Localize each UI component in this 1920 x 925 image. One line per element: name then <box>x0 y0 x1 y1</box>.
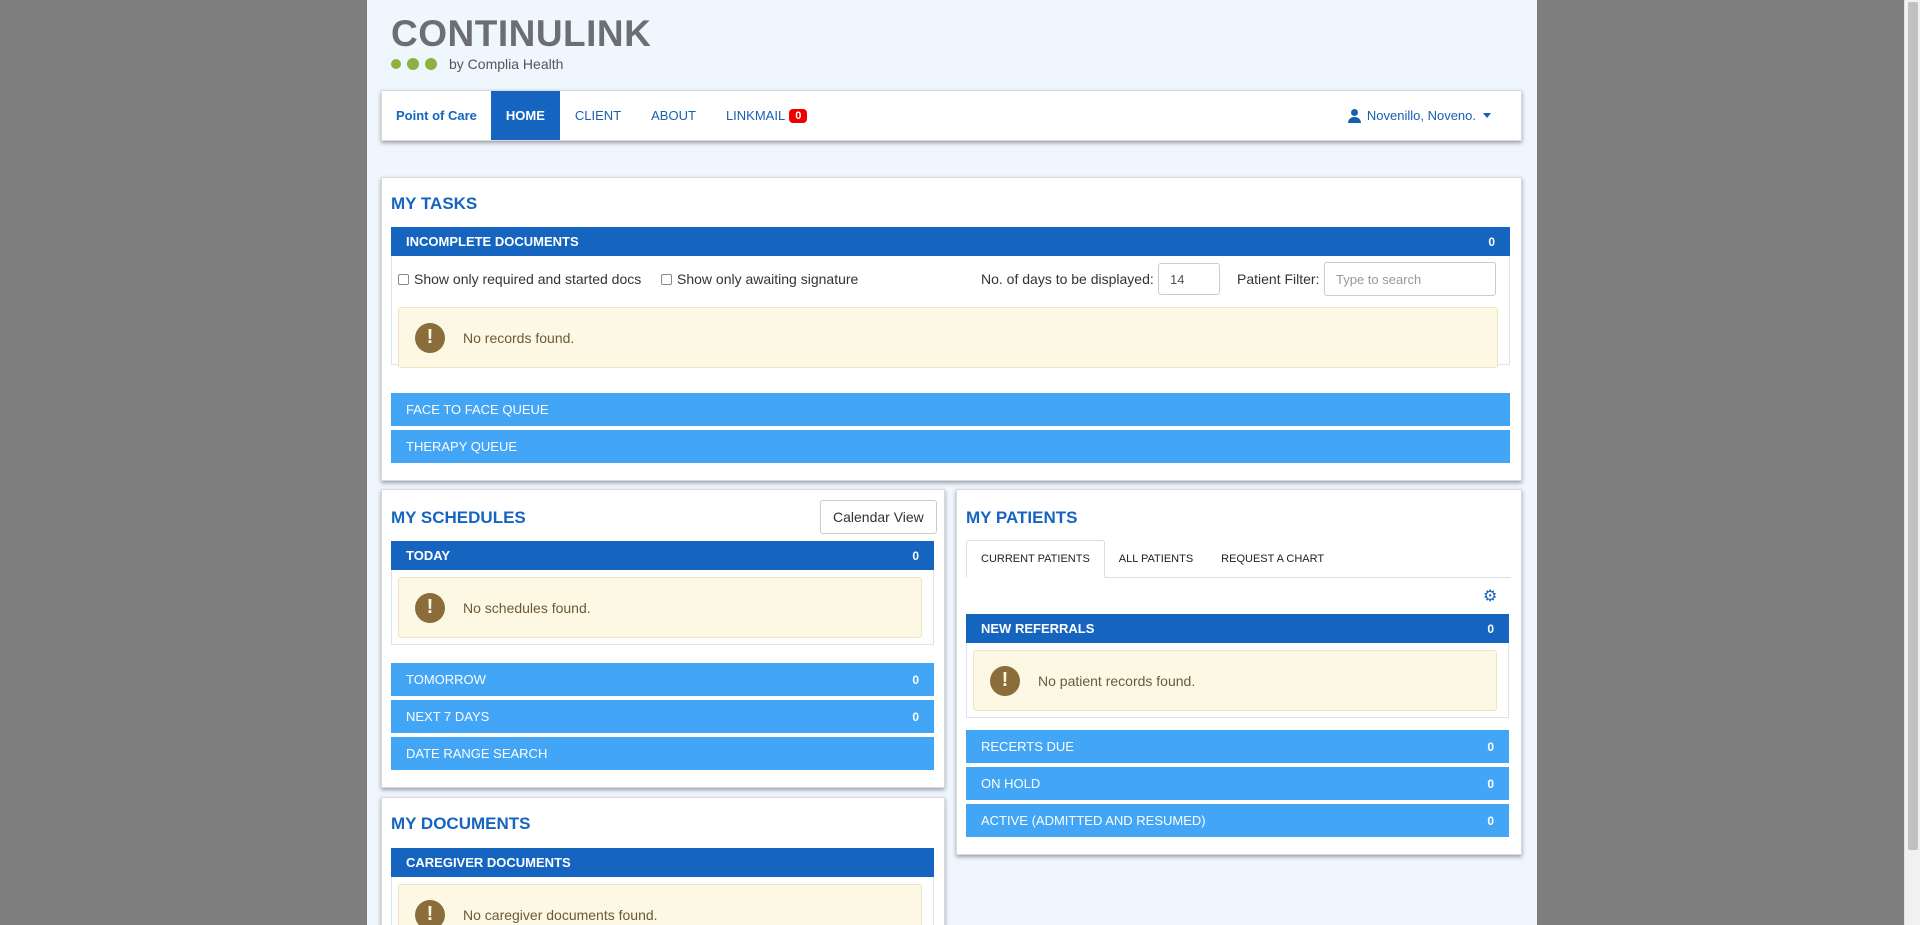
tab-request-a-chart[interactable]: REQUEST A CHART <box>1207 540 1338 578</box>
exclamation-icon: ! <box>415 322 445 353</box>
tomorrow-label: TOMORROW <box>406 672 486 687</box>
logo-sub: by Complia Health <box>391 56 651 72</box>
my-tasks-panel: MY TASKS INCOMPLETE DOCUMENTS 0 Show onl… <box>381 177 1522 481</box>
linkmail-count-badge: 0 <box>789 108 808 123</box>
incomplete-documents-count: 0 <box>1488 234 1495 249</box>
today-header[interactable]: TODAY 0 <box>391 541 934 570</box>
incomplete-documents-header[interactable]: INCOMPLETE DOCUMENTS 0 <box>391 227 1510 256</box>
tomorrow-header[interactable]: TOMORROW 0 <box>391 663 934 696</box>
incomplete-documents-body: Show only required and started docs Show… <box>391 256 1510 368</box>
my-documents-panel: MY DOCUMENTS CAREGIVER DOCUMENTS ! No ca… <box>381 797 945 925</box>
today-count: 0 <box>912 548 919 563</box>
nav-brand-point-of-care[interactable]: Point of Care <box>382 91 491 140</box>
no-caregiver-documents-text: No caregiver documents found. <box>463 906 658 923</box>
no-records-text: No records found. <box>463 329 575 346</box>
caregiver-documents-body: ! No caregiver documents found. <box>391 877 934 925</box>
nav-home[interactable]: HOME <box>490 91 560 140</box>
my-patients-title: MY PATIENTS <box>966 508 1078 527</box>
top-navbar: Point of Care HOME CLIENT ABOUT LINKMAIL… <box>381 90 1522 141</box>
no-patient-records-alert: ! No patient records found. <box>973 650 1497 711</box>
today-body: ! No schedules found. <box>391 570 934 645</box>
no-schedules-alert: ! No schedules found. <box>398 577 922 638</box>
checkbox-box[interactable] <box>398 273 409 285</box>
active-admitted-resumed-label: ACTIVE (ADMITTED AND RESUMED) <box>981 813 1206 828</box>
therapy-queue-label: THERAPY QUEUE <box>406 439 518 454</box>
new-referrals-label: NEW REFERRALS <box>981 621 1095 636</box>
my-tasks-title: MY TASKS <box>391 194 478 213</box>
today-label: TODAY <box>406 548 451 563</box>
gear-icon[interactable]: ⚙ <box>1483 586 1497 606</box>
my-schedules-title: MY SCHEDULES <box>391 508 526 527</box>
exclamation-icon: ! <box>415 899 445 925</box>
on-hold-label: ON HOLD <box>981 776 1041 791</box>
scrollbar-thumb[interactable] <box>1908 2 1918 850</box>
no-records-alert: ! No records found. <box>398 307 1498 368</box>
logo-dot <box>407 58 419 70</box>
checkbox-box[interactable] <box>661 273 672 285</box>
therapy-queue-header[interactable]: THERAPY QUEUE <box>391 430 1510 463</box>
recerts-due-count: 0 <box>1487 739 1494 754</box>
next-7-days-header[interactable]: NEXT 7 DAYS 0 <box>391 700 934 733</box>
days-displayed-input[interactable]: 14 <box>1158 263 1220 295</box>
page: CONTINULINK by Complia Health Point of C… <box>367 0 1537 925</box>
logo-tagline: by Complia Health <box>449 56 564 72</box>
logo-brand: CONTINULINK <box>391 13 652 54</box>
patient-filter-input[interactable]: Type to search <box>1324 262 1496 296</box>
patients-tabs: CURRENT PATIENTS ALL PATIENTS REQUEST A … <box>966 540 1511 578</box>
date-range-search-label: DATE RANGE SEARCH <box>406 746 548 761</box>
tab-all-patients[interactable]: ALL PATIENTS <box>1105 540 1207 578</box>
date-range-search-header[interactable]: DATE RANGE SEARCH <box>391 737 934 770</box>
next-7-days-label: NEXT 7 DAYS <box>406 709 490 724</box>
on-hold-count: 0 <box>1487 776 1494 791</box>
my-documents-title: MY DOCUMENTS <box>391 814 531 833</box>
recerts-due-label: RECERTS DUE <box>981 739 1074 754</box>
awaiting-signature-label: Show only awaiting signature <box>677 271 859 287</box>
new-referrals-header[interactable]: NEW REFERRALS 0 <box>966 614 1509 643</box>
no-patient-records-text: No patient records found. <box>1038 672 1196 689</box>
next-7-days-count: 0 <box>912 709 919 724</box>
on-hold-header[interactable]: ON HOLD 0 <box>966 767 1509 800</box>
face-to-face-queue-label: FACE TO FACE QUEUE <box>406 402 549 417</box>
new-referrals-body: ! No patient records found. <box>966 643 1509 718</box>
required-started-checkbox[interactable]: Show only required and started docs <box>398 271 641 287</box>
days-displayed-label: No. of days to be displayed: <box>981 271 1154 287</box>
no-schedules-text: No schedules found. <box>463 599 591 616</box>
face-to-face-queue-header[interactable]: FACE TO FACE QUEUE <box>391 393 1510 426</box>
user-menu-dropdown[interactable]: Novenillo, Noveno. <box>1347 91 1521 140</box>
nav-about[interactable]: ABOUT <box>636 91 711 140</box>
tomorrow-count: 0 <box>912 672 919 687</box>
calendar-view-button[interactable]: Calendar View <box>820 500 937 534</box>
caret-down-icon <box>1483 113 1491 118</box>
user-name: Novenillo, Noveno. <box>1366 108 1476 123</box>
my-patients-panel: MY PATIENTS CURRENT PATIENTS ALL PATIENT… <box>956 489 1522 855</box>
page-scrollbar[interactable] <box>1904 0 1920 925</box>
my-schedules-panel: MY SCHEDULES Calendar View TODAY 0 ! No … <box>381 489 945 788</box>
caregiver-documents-header[interactable]: CAREGIVER DOCUMENTS <box>391 848 934 877</box>
continulink-logo[interactable]: CONTINULINK by Complia Health <box>391 14 651 72</box>
incomplete-documents-label: INCOMPLETE DOCUMENTS <box>406 234 579 249</box>
no-caregiver-documents-alert: ! No caregiver documents found. <box>398 884 922 925</box>
new-referrals-count: 0 <box>1487 621 1494 636</box>
active-admitted-resumed-header[interactable]: ACTIVE (ADMITTED AND RESUMED) 0 <box>966 804 1509 837</box>
recerts-due-header[interactable]: RECERTS DUE 0 <box>966 730 1509 763</box>
tab-current-patients[interactable]: CURRENT PATIENTS <box>966 540 1105 578</box>
nav-linkmail-label: LINKMAIL <box>725 108 786 123</box>
exclamation-icon: ! <box>415 592 445 623</box>
logo-dot <box>391 59 401 69</box>
nav-linkmail[interactable]: LINKMAIL 0 <box>711 91 822 140</box>
logo-dot <box>425 58 437 70</box>
nav-client[interactable]: CLIENT <box>560 91 636 140</box>
required-started-label: Show only required and started docs <box>414 271 642 287</box>
active-admitted-resumed-count: 0 <box>1487 813 1494 828</box>
patient-filter-label: Patient Filter: <box>1237 271 1320 287</box>
user-icon <box>1347 108 1361 123</box>
caregiver-documents-label: CAREGIVER DOCUMENTS <box>406 855 571 870</box>
awaiting-signature-checkbox[interactable]: Show only awaiting signature <box>661 271 858 287</box>
exclamation-icon: ! <box>990 665 1020 696</box>
